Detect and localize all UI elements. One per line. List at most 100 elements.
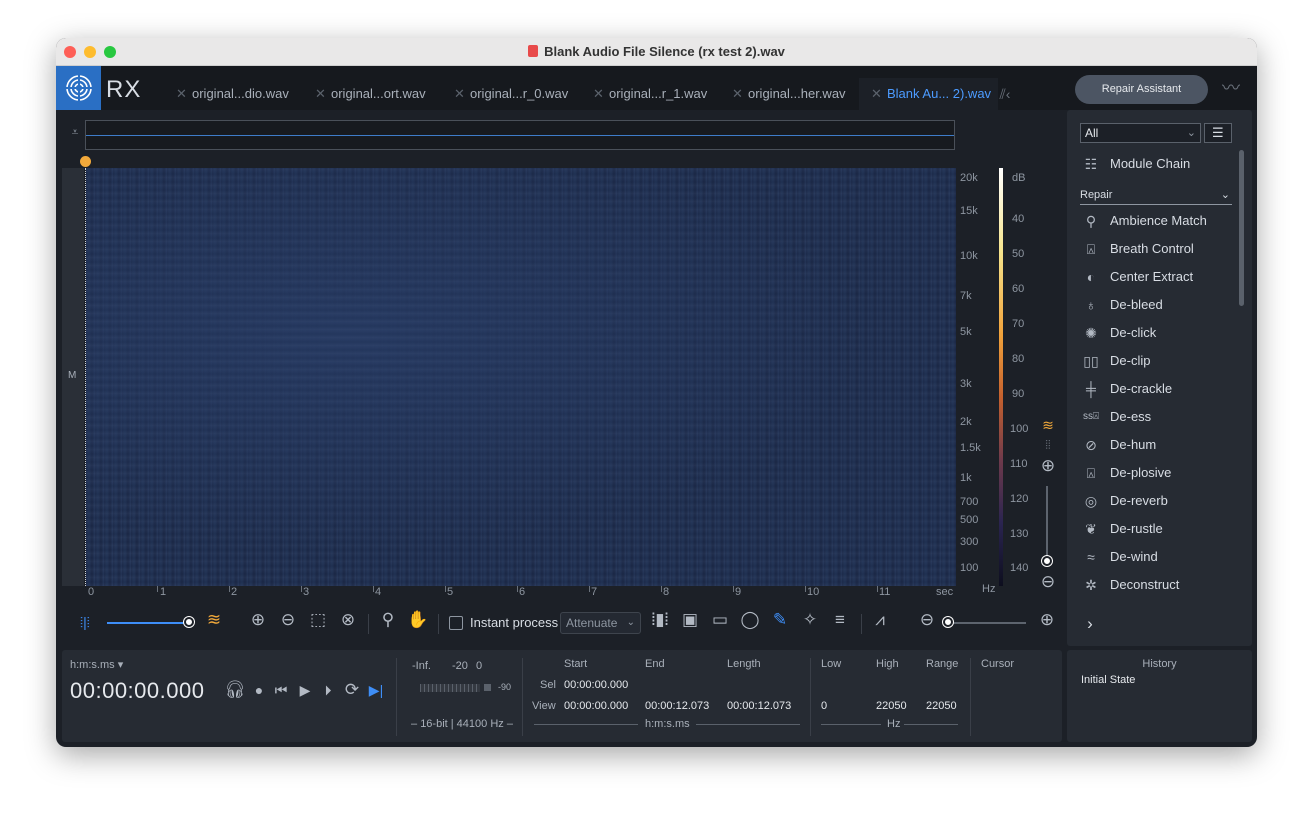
go-to-start-button[interactable]: ⏮︎ (270, 680, 292, 700)
vertical-zoom-slider[interactable] (1046, 486, 1048, 556)
close-tab-icon[interactable]: ✕ (454, 78, 465, 110)
view-blend-knob[interactable] (183, 617, 194, 627)
close-tab-icon[interactable]: ✕ (315, 78, 326, 110)
module-item-de-bleed[interactable]: ♁ De-bleed (1080, 294, 1232, 316)
zoom-out-time-icon[interactable]: ⊖ (277, 610, 299, 630)
module-filter-select[interactable]: All ⌄ (1080, 123, 1201, 143)
db-label: 140 (1010, 562, 1029, 574)
time-tick-label: 6 (519, 586, 526, 598)
time-selection-icon[interactable]: ⦙▮⦙ (649, 610, 671, 630)
module-item-ambience-match[interactable]: ⚲ Ambience Match (1080, 210, 1232, 232)
module-item-de-clip[interactable]: ▯▯ De-clip (1080, 350, 1232, 372)
module-item-de-hum[interactable]: ⊘ De-hum (1080, 434, 1232, 456)
zoom-tool-icon[interactable]: ⚲ (377, 610, 399, 630)
sel-start-field[interactable]: 00:00:00.000 (564, 679, 628, 691)
magic-wand-icon[interactable]: ✧ (799, 610, 821, 630)
meter-label: 0 (476, 660, 483, 672)
waveform-settings-icon[interactable]: ⦙⦙ (1037, 435, 1059, 455)
tab-overflow-icon[interactable]: ⫽‹ (994, 84, 1016, 104)
close-tab-icon[interactable]: ✕ (732, 78, 743, 110)
zoom-selection-icon[interactable]: ⬚ (307, 610, 329, 630)
db-label: 100 (1010, 423, 1029, 435)
harmonic-selection-icon[interactable]: ≡ (829, 610, 851, 630)
history-item[interactable]: Initial State (1081, 674, 1135, 686)
module-item-deconstruct[interactable]: ✲ Deconstruct (1080, 574, 1232, 596)
module-item-de-wind[interactable]: ≈ De-wind (1080, 546, 1232, 568)
module-menu-button[interactable]: ☰ (1204, 123, 1232, 143)
view-end-field[interactable]: 00:00:12.073 (645, 700, 709, 712)
de-ess-icon: ss⍓ (1083, 411, 1099, 422)
playhead-marker-icon[interactable] (80, 156, 91, 167)
channel-strip[interactable]: M (62, 168, 84, 586)
time-frequency-selection-icon[interactable]: ▣ (679, 610, 701, 630)
freq-high-field[interactable]: 22050 (876, 700, 907, 712)
headphones-icon[interactable]: 🎧︎ (224, 680, 246, 700)
time-format-select[interactable]: h:m:s.ms ▾ (70, 658, 123, 671)
instant-process-label: Instant process (470, 615, 559, 630)
instant-process-checkbox[interactable] (449, 616, 463, 630)
spectrogram-settings-icon[interactable]: ≋ (1037, 415, 1059, 435)
freq-range-field[interactable]: 22050 (926, 700, 957, 712)
vertical-zoom-out-icon[interactable]: ⊖ (1037, 572, 1059, 592)
lasso-selection-icon[interactable]: ◯ (739, 610, 761, 630)
view-blend-slider[interactable] (107, 622, 193, 624)
module-category-select[interactable]: Repair ⌄ (1080, 185, 1232, 205)
time-tick-line (661, 586, 662, 592)
spectrogram[interactable] (86, 168, 956, 586)
audio-file-icon (528, 45, 539, 57)
brush-selection-icon[interactable]: ✎ (769, 610, 791, 630)
play-selection-button[interactable]: ⏵︎ (317, 680, 339, 700)
horizontal-zoom-slider[interactable] (944, 622, 1026, 624)
module-item-de-ess[interactable]: ss⍓ De-ess (1080, 406, 1232, 428)
module-item-de-click[interactable]: ✺ De-click (1080, 322, 1232, 344)
instant-process-mode-select[interactable]: Attenuate ⌄ (560, 612, 641, 634)
vertical-zoom-in-icon[interactable]: ⊕ (1037, 456, 1059, 476)
deconstruct-icon: ✲ (1085, 577, 1097, 593)
module-list-scrollbar[interactable] (1239, 150, 1244, 306)
freq-low-field[interactable]: 0 (821, 700, 827, 712)
zoom-in-icon[interactable]: ⊕ (1036, 610, 1058, 630)
zoom-in-time-icon[interactable]: ⊕ (247, 610, 269, 630)
view-start-field[interactable]: 00:00:00.000 (564, 700, 628, 712)
follow-playback-button[interactable]: ▶| (365, 680, 387, 700)
close-tab-icon[interactable]: ✕ (593, 78, 604, 110)
vertical-zoom-knob[interactable] (1042, 556, 1052, 566)
waveform-overview[interactable] (85, 120, 955, 150)
waveform-view-icon[interactable]: ⦙|⦙ (74, 612, 96, 632)
module-chain-item[interactable]: ☷ Module Chain (1080, 153, 1232, 175)
app-logo-text: RX (106, 76, 142, 103)
hand-tool-icon[interactable]: ✋ (407, 610, 429, 630)
frequency-selection-icon[interactable]: ▭ (709, 610, 731, 630)
collapse-overview-icon[interactable]: ⩡ (64, 122, 86, 142)
record-button[interactable]: ● (248, 680, 270, 700)
signal-scope-icon[interactable]: 〰 (1220, 78, 1242, 98)
hz-unit-label: Hz (887, 718, 901, 730)
module-item-de-crackle[interactable]: ╪ De-crackle (1080, 378, 1232, 400)
tab-file-5[interactable]: ✕ original...her.wav (720, 78, 846, 110)
tab-file-active[interactable]: ✕ Blank Au... 2).wav (859, 78, 998, 110)
module-item-center-extract[interactable]: ◐ Center Extract (1080, 266, 1232, 288)
loop-button[interactable]: ⟳ (341, 680, 363, 700)
module-item-de-reverb[interactable]: ◎ De-reverb (1080, 490, 1232, 512)
spectrogram-view-icon[interactable]: ≋ (203, 610, 225, 630)
view-length-field[interactable]: 00:00:12.073 (727, 700, 791, 712)
envelope-tool-icon[interactable]: ⩘ (869, 610, 891, 630)
title-bar: Blank Audio File Silence (rx test 2).wav (56, 38, 1257, 66)
module-item-de-plosive[interactable]: ⍓ De-plosive (1080, 462, 1232, 484)
module-item-breath-control[interactable]: ⍓ Breath Control (1080, 238, 1232, 260)
tab-file-4[interactable]: ✕ original...r_1.wav (581, 78, 707, 110)
history-panel: History Initial State (1067, 650, 1252, 742)
close-tab-icon[interactable]: ✕ (871, 78, 882, 110)
zoom-out-icon[interactable]: ⊖ (916, 610, 938, 630)
close-tab-icon[interactable]: ✕ (176, 78, 187, 110)
freq-unit-label: Hz (982, 583, 996, 595)
module-item-de-rustle[interactable]: ❦ De-rustle (1080, 518, 1232, 540)
expand-panel-icon[interactable]: › (1079, 614, 1101, 634)
tab-file-3[interactable]: ✕ original...r_0.wav (442, 78, 568, 110)
tab-file-1[interactable]: ✕ original...dio.wav (164, 78, 289, 110)
repair-assistant-button[interactable]: Repair Assistant (1075, 75, 1208, 104)
zoom-fit-icon[interactable]: ⊗ (337, 610, 359, 630)
editor-area: ⩡ M 20k 15k 10k 7k 5k 3k 2k 1.5k 1k 700 … (56, 110, 1064, 650)
tab-file-2[interactable]: ✕ original...ort.wav (303, 78, 426, 110)
play-button[interactable]: ▶ (294, 680, 316, 700)
